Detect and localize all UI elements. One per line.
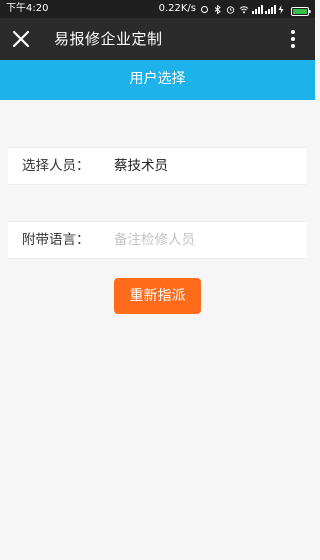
more-menu-button[interactable] [281, 27, 305, 51]
battery-icon [291, 5, 311, 16]
more-vertical-icon [281, 30, 305, 55]
reassign-button[interactable]: 重新指派 [114, 278, 201, 314]
wifi-icon [239, 5, 249, 14]
alarm-icon [226, 5, 235, 14]
charging-icon [278, 4, 287, 14]
close-button[interactable] [9, 27, 33, 51]
select-person-row[interactable]: 选择人员： 蔡技术员 [8, 147, 306, 185]
status-icons: 0.22K/s [159, 0, 311, 18]
status-time: 下午4:20 [6, 3, 49, 14]
message-input[interactable] [114, 226, 294, 254]
message-label: 附带语言： [22, 232, 90, 248]
sync-icon [200, 5, 209, 14]
app-titlebar: 易报修企业定制 [0, 18, 315, 60]
selected-person-value[interactable]: 蔡技术员 [114, 148, 168, 184]
status-bar: 下午4:20 0.22K/s [0, 0, 315, 18]
message-row: 附带语言： [8, 221, 306, 259]
bluetooth-icon [213, 4, 222, 14]
select-person-label: 选择人员： [22, 158, 90, 174]
signal-icon-2 [265, 4, 276, 14]
signal-icon [252, 4, 263, 14]
close-icon [9, 30, 33, 55]
network-speed: 0.22K/s [158, 3, 196, 14]
page-title: 用户选择 [0, 60, 315, 100]
app-title: 易报修企业定制 [54, 30, 163, 48]
